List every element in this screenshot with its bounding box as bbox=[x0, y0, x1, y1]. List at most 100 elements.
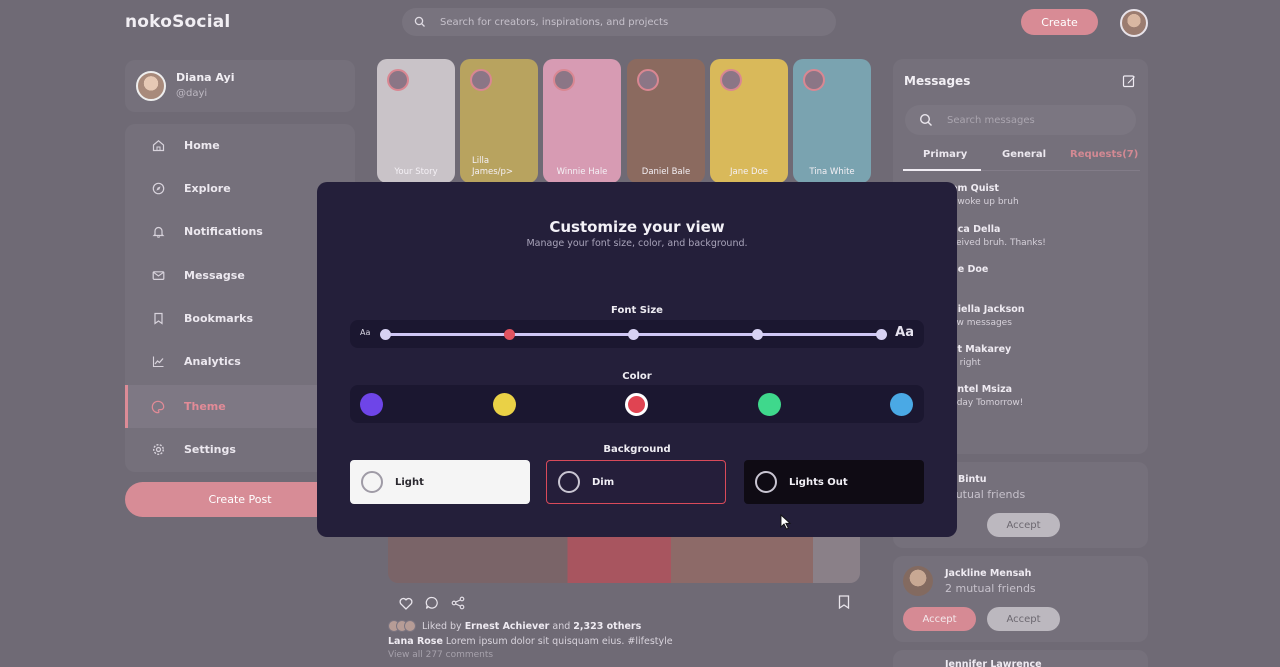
sidebar-item-label: Settings bbox=[184, 443, 236, 456]
comment-icon[interactable] bbox=[424, 595, 440, 611]
background-option-label: Light bbox=[395, 476, 424, 488]
share-icon[interactable] bbox=[450, 595, 466, 611]
accept-button[interactable]: Accept bbox=[903, 607, 976, 631]
profile-card[interactable]: Diana Ayi @dayi bbox=[125, 60, 355, 112]
story-name: Jane Doe bbox=[729, 167, 768, 177]
post-likes: Liked by Ernest Achiever and 2,323 other… bbox=[388, 620, 641, 632]
message-sender: nca Della bbox=[951, 224, 1001, 235]
color-swatch-blue[interactable] bbox=[890, 393, 913, 416]
font-size-step-4[interactable] bbox=[752, 329, 763, 340]
gear-icon bbox=[151, 443, 165, 457]
post-caption: Lana Rose Lorem ipsum dolor sit quisquam… bbox=[388, 636, 673, 647]
search-icon bbox=[414, 16, 425, 27]
search-icon bbox=[919, 113, 932, 126]
bell-icon bbox=[151, 225, 165, 239]
request-name: Jackline Mensah bbox=[945, 568, 1032, 579]
story-avatar bbox=[637, 69, 659, 91]
story-card[interactable]: Your Story bbox=[377, 59, 455, 183]
tab-general[interactable]: General bbox=[1002, 149, 1046, 160]
app-logo[interactable]: nokoSocial bbox=[125, 12, 230, 32]
liked-middle: and bbox=[552, 620, 571, 632]
color-swatch-yellow[interactable] bbox=[493, 393, 516, 416]
background-option-lights-out[interactable]: Lights Out bbox=[744, 460, 924, 504]
story-avatar bbox=[803, 69, 825, 91]
post-image[interactable] bbox=[388, 535, 860, 583]
messages-tabs: Primary General Requests(7) bbox=[902, 147, 1140, 171]
story-card[interactable]: Jane Doe bbox=[710, 59, 788, 183]
liked-name[interactable]: Ernest Achiever bbox=[465, 621, 550, 632]
edit-icon[interactable] bbox=[1122, 74, 1136, 88]
story-name: Tina White bbox=[809, 167, 855, 177]
tab-primary[interactable]: Primary bbox=[902, 149, 982, 171]
font-size-step-1[interactable] bbox=[380, 329, 391, 340]
home-icon bbox=[151, 139, 165, 153]
caption-text: Lorem ipsum dolor sit quisquam eius. #li… bbox=[445, 636, 673, 647]
story-avatar bbox=[720, 69, 742, 91]
messages-search[interactable] bbox=[905, 105, 1136, 135]
user-avatar[interactable] bbox=[1120, 9, 1148, 37]
message-preview: u right bbox=[951, 358, 981, 368]
heart-icon[interactable] bbox=[398, 595, 414, 611]
color-swatch-red[interactable] bbox=[625, 393, 648, 416]
friend-request-card: Jennifer Lawrence bbox=[893, 650, 1148, 667]
modal-subtitle: Manage your font size, color, and backgr… bbox=[526, 238, 748, 249]
message-item[interactable]: niella Jackson ew messages bbox=[951, 304, 1131, 328]
color-swatch-purple[interactable] bbox=[360, 393, 383, 416]
message-sender: em Quist bbox=[951, 183, 999, 194]
post-actions bbox=[398, 595, 466, 611]
message-sender: niella Jackson bbox=[951, 304, 1025, 315]
radio-button[interactable] bbox=[558, 471, 580, 493]
profile-name: Diana Ayi bbox=[176, 71, 235, 84]
create-button[interactable]: Create bbox=[1021, 9, 1098, 35]
liked-count[interactable]: 2,323 others bbox=[573, 621, 641, 632]
story-name: Your Story bbox=[394, 167, 438, 177]
message-item[interactable]: ne Doe bbox=[951, 264, 1131, 278]
story-card[interactable]: Daniel Bale bbox=[627, 59, 705, 183]
background-option-label: Lights Out bbox=[789, 476, 848, 488]
color-swatch-green[interactable] bbox=[758, 393, 781, 416]
background-label: Background bbox=[603, 444, 671, 455]
story-card[interactable]: Winnie Hale bbox=[543, 59, 621, 183]
messages-search-input[interactable] bbox=[947, 114, 1127, 126]
sidebar-item-label: Notifications bbox=[184, 225, 263, 238]
sidebar-item-label: Messagse bbox=[184, 269, 245, 282]
top-navbar: nokoSocial Create bbox=[0, 0, 1280, 44]
radio-button[interactable] bbox=[755, 471, 777, 493]
chart-icon bbox=[151, 355, 165, 369]
caption-author[interactable]: Lana Rose bbox=[388, 636, 443, 647]
font-size-step-2[interactable] bbox=[504, 329, 515, 340]
message-item[interactable]: et Makarey u right bbox=[951, 344, 1131, 368]
accept-button[interactable]: Accept bbox=[987, 513, 1060, 537]
message-item[interactable]: em Quist t woke up bruh bbox=[951, 183, 1131, 207]
color-label: Color bbox=[622, 371, 652, 382]
global-search-bar[interactable] bbox=[402, 8, 836, 36]
request-name: Jennifer Lawrence bbox=[945, 659, 1042, 667]
sidebar-item-label: Home bbox=[184, 139, 220, 152]
bookmark-icon[interactable] bbox=[836, 594, 852, 610]
compass-icon bbox=[151, 182, 165, 196]
tab-requests[interactable]: Requests(7) bbox=[1070, 149, 1138, 160]
view-comments-link[interactable]: View all 277 comments bbox=[388, 650, 493, 660]
modal-title: Customize your view bbox=[549, 218, 725, 236]
background-option-dim[interactable]: Dim bbox=[546, 460, 726, 504]
font-size-large-label: Aa bbox=[895, 325, 914, 340]
sidebar-item-home[interactable]: Home bbox=[125, 124, 355, 167]
stories-row: Your Story Lilla James/p> Winnie Hale Da… bbox=[377, 59, 872, 183]
message-item[interactable]: nca Della ceived bruh. Thanks! bbox=[951, 224, 1131, 248]
font-size-step-5[interactable] bbox=[876, 329, 887, 340]
background-option-light[interactable]: Light bbox=[350, 460, 530, 504]
message-item[interactable]: antel Msiza hday Tomorrow! bbox=[951, 384, 1131, 408]
color-panel bbox=[350, 385, 924, 423]
font-size-step-3[interactable] bbox=[628, 329, 639, 340]
story-avatar bbox=[470, 69, 492, 91]
story-card[interactable]: Lilla James/p> bbox=[460, 59, 538, 183]
story-card[interactable]: Tina White bbox=[793, 59, 871, 183]
message-sender: et Makarey bbox=[951, 344, 1012, 355]
global-search-input[interactable] bbox=[440, 16, 800, 28]
radio-button[interactable] bbox=[361, 471, 383, 493]
message-sender: ne Doe bbox=[951, 264, 989, 275]
request-mutual: 2 mutual friends bbox=[945, 582, 1036, 595]
envelope-icon bbox=[151, 269, 165, 283]
profile-avatar bbox=[136, 71, 166, 101]
decline-button[interactable]: Accept bbox=[987, 607, 1060, 631]
